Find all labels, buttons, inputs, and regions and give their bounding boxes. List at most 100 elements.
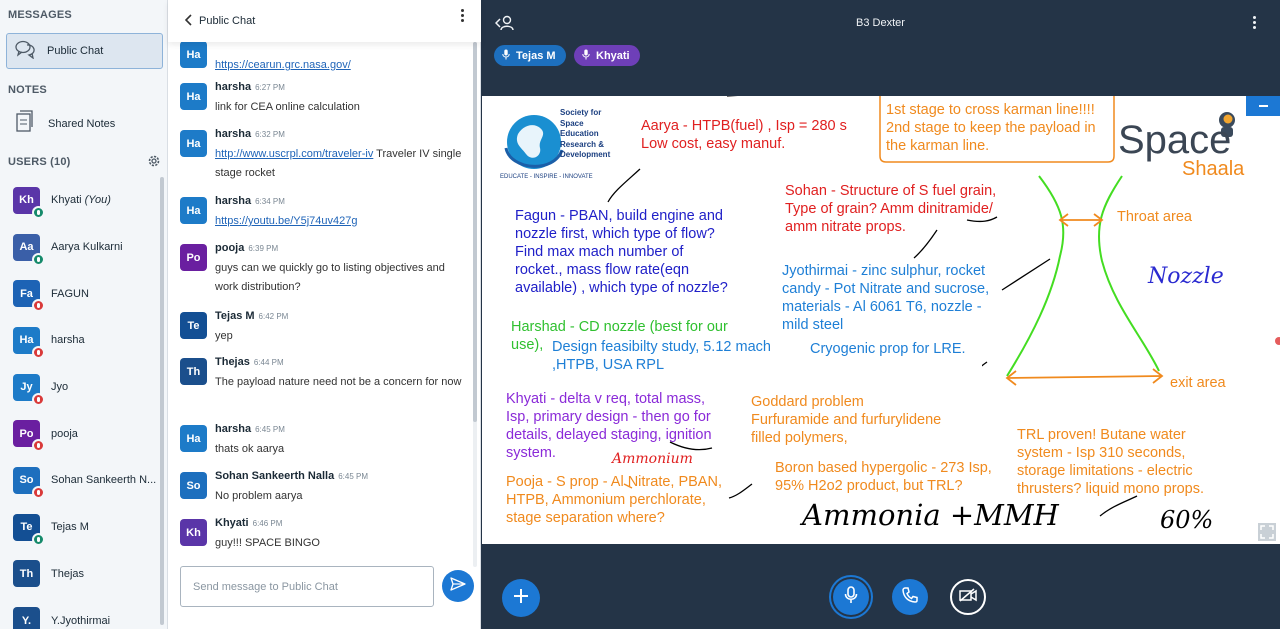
- chat-message: Kh Khyati 6:46 PM guy!!! SPACE BINGO: [180, 517, 470, 553]
- avatar: Ha: [180, 41, 207, 68]
- chat-header: Public Chat: [168, 0, 481, 42]
- mic-muted-icon: [32, 439, 45, 453]
- chevron-left-icon[interactable]: [184, 13, 193, 29]
- notes-section-title: NOTES: [8, 84, 47, 96]
- message-text: guys can we quickly go to listing object…: [215, 262, 445, 293]
- avatar: Th: [180, 358, 207, 385]
- app-root: MESSAGES Public Chat NOTES Shared Notes …: [0, 0, 1280, 629]
- avatar: Ha: [180, 197, 207, 224]
- mic-muted-icon: [32, 485, 45, 499]
- message-text: http://www.uscrpl.com/traveler-iv Travel…: [215, 148, 462, 179]
- message-text: https://youtu.be/Y5j74uv427g: [215, 212, 470, 231]
- chat-title[interactable]: Public Chat: [199, 15, 255, 27]
- avatar: Jy: [13, 373, 45, 406]
- user-list-item[interactable]: Ha harsha: [0, 317, 160, 364]
- message-list: Ha https://cearun.grc.nasa.gov/Ha harsha…: [168, 27, 473, 555]
- message-text: link for CEA online calculation: [215, 101, 360, 113]
- chat-panel: Ha https://cearun.grc.nasa.gov/Ha harsha…: [168, 0, 481, 629]
- message-link[interactable]: http://www.uscrpl.com/traveler-iv: [215, 148, 373, 160]
- avatar: Po: [13, 420, 45, 453]
- user-list-item[interactable]: Po pooja: [0, 410, 160, 457]
- message-text: thats ok aarya: [215, 443, 285, 455]
- user-list-item[interactable]: Te Tejas M: [0, 504, 160, 551]
- message-header: harsha 6:32 PM: [215, 128, 285, 140]
- presentation-area: B3 Dexter Tejas M Khyati Society for Spa…: [481, 0, 1280, 629]
- actions-button[interactable]: [502, 579, 540, 617]
- minimize-presentation-button[interactable]: [1246, 96, 1280, 116]
- message-header: harsha 6:45 PM: [215, 423, 285, 435]
- avatar: Y.: [13, 607, 40, 629]
- talker-name: Tejas M: [516, 49, 556, 62]
- chat-message: Ha harsha 6:45 PM thats ok aarya: [180, 423, 470, 459]
- send-button[interactable]: [442, 570, 474, 602]
- note-pooja: Pooja - S prop - Al Nitrate, PBAN, HTPB,…: [506, 474, 722, 526]
- message-header: harsha 6:27 PM: [215, 81, 285, 93]
- mic-on-icon: [32, 205, 45, 219]
- user-name: Sohan Sankeerth N...: [51, 474, 157, 487]
- chat-message: Po pooja 6:39 PM guys can we quickly go to…: [180, 242, 470, 297]
- user-name: Khyati (You): [51, 194, 111, 207]
- mic-on-icon: [32, 532, 45, 546]
- chat-message: Te Tejas M 6:42 PM yep: [180, 310, 470, 346]
- message-link[interactable]: https://youtu.be/Y5j74uv427g: [215, 215, 358, 227]
- chat-bubbles-icon: [15, 39, 37, 64]
- avatar: Kh: [180, 519, 207, 546]
- video-off-icon: [959, 587, 977, 607]
- user-list-item[interactable]: Y. Y.Jyothirmai: [0, 597, 160, 629]
- user-name: harsha: [51, 334, 85, 347]
- avatar: Te: [180, 312, 207, 339]
- user-name: Aarya Kulkarni: [51, 241, 123, 254]
- chat-message: So Sohan Sankeerth Nalla 6:45 PM No proble…: [180, 470, 470, 506]
- sidebar-item-public-chat[interactable]: Public Chat: [6, 33, 163, 69]
- room-title: B3 Dexter: [856, 17, 905, 29]
- message-text: yep: [215, 330, 233, 342]
- talker-name: Khyati: [596, 49, 630, 62]
- leave-audio-button[interactable]: [892, 579, 928, 615]
- avatar: Th: [13, 560, 40, 588]
- users-scrollbar[interactable]: [160, 177, 164, 625]
- user-list-item[interactable]: So Sohan Sankeerth N...: [0, 457, 160, 504]
- mic-muted-icon: [32, 299, 45, 313]
- kebab-menu-icon[interactable]: [1253, 16, 1257, 31]
- chat-message-input[interactable]: [180, 566, 434, 607]
- sidebar-item-shared-notes[interactable]: Shared Notes: [6, 108, 163, 140]
- messages-section-title: MESSAGES: [8, 9, 72, 21]
- user-list-item[interactable]: Jy Jyo: [0, 364, 160, 411]
- microphone-icon: [844, 585, 858, 609]
- sidebar-item-label: Shared Notes: [48, 118, 116, 130]
- note-sohan: Sohan - Structure of S fuel grain, Type …: [785, 183, 997, 235]
- fullscreen-icon[interactable]: [1258, 523, 1276, 541]
- avatar: Aa: [13, 233, 45, 266]
- mic-icon: [502, 49, 510, 63]
- handwriting-ammonia: Ammonia +MMH: [802, 498, 1059, 532]
- user-name: Jyo: [51, 381, 69, 394]
- chat-scrollbar[interactable]: [473, 42, 477, 422]
- note-goddard: Goddard problem Furfuramide and furfuryl…: [751, 394, 942, 446]
- message-link[interactable]: https://cearun.grc.nasa.gov/: [215, 59, 351, 71]
- message-text: No problem aarya: [215, 490, 303, 502]
- avatar: Te: [13, 513, 45, 546]
- user-list-item[interactable]: Fa FAGUN: [0, 270, 160, 317]
- user-list-item[interactable]: Kh Khyati (You): [0, 177, 160, 224]
- gear-icon[interactable]: [147, 154, 161, 168]
- chat-message: Th Thejas 6:44 PM The payload nature need …: [180, 356, 470, 392]
- note-design-study: Design feasibilty study, 5.12 mach ,HTPB…: [552, 339, 771, 373]
- share-webcam-button[interactable]: [950, 579, 986, 615]
- message-header: Khyati 6:46 PM: [215, 517, 283, 529]
- whiteboard[interactable]: Society for Space Education Research & D…: [482, 96, 1280, 544]
- handwriting-nozzle: Nozzle: [1148, 264, 1224, 289]
- note-exit-area: exit area: [1170, 375, 1226, 391]
- message-header: Sohan Sankeerth Nalla 6:45 PM: [215, 470, 369, 482]
- kebab-menu-icon[interactable]: [461, 9, 465, 23]
- note-cryogenic: Cryogenic prop for LRE.: [810, 341, 966, 357]
- mute-button[interactable]: [833, 579, 869, 615]
- user-name: Tejas M: [51, 521, 89, 534]
- user-list-item[interactable]: Aa Aarya Kulkarni: [0, 224, 160, 271]
- chat-message: Ha https://cearun.grc.nasa.gov/: [180, 39, 470, 75]
- handwriting-ammonium: Ammonium: [612, 451, 693, 467]
- talking-indicator: Tejas M: [494, 45, 566, 66]
- user-list-item[interactable]: Th Thejas: [0, 551, 160, 598]
- chat-message: Ha harsha 6:32 PM http://www.uscrpl.com/tr…: [180, 128, 470, 183]
- note-fagun: Fagun - PBAN, build engine and nozzle fi…: [515, 208, 728, 296]
- note-trl: TRL proven! Butane water system - Isp 31…: [1017, 427, 1204, 497]
